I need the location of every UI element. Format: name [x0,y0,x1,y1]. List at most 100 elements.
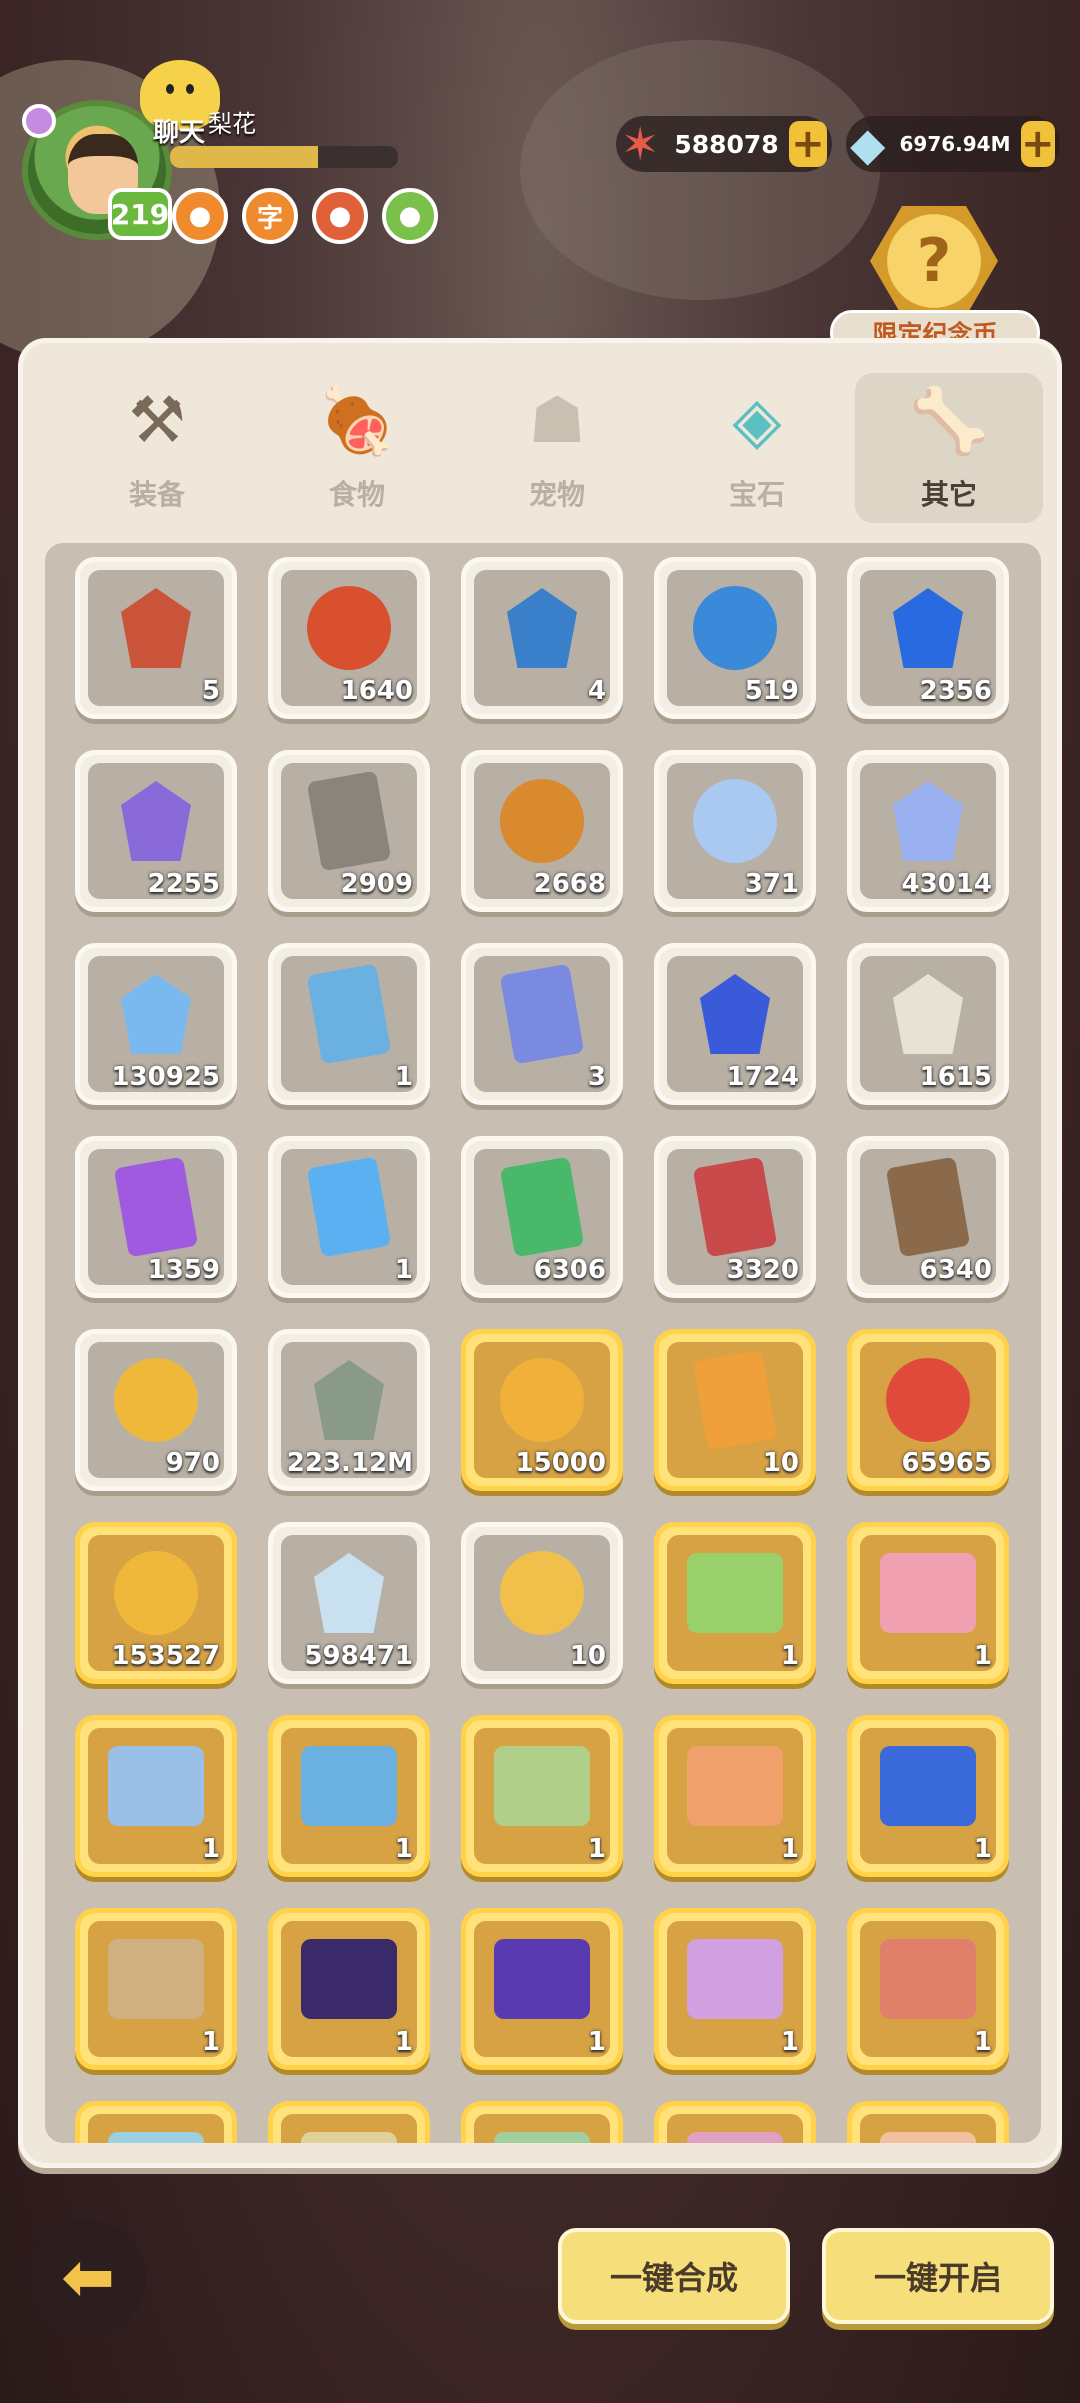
blue-dino-egg-icon [687,580,783,676]
item-slot[interactable]: 2356 [847,557,1009,719]
photo-card-icon [687,1738,783,1834]
anniversary-rainbow-icon [301,1738,397,1834]
item-slot[interactable]: 1 [75,1908,237,2070]
food-plate-icon [494,773,590,869]
item-slot[interactable]: 1 [75,1715,237,1877]
space-card-icon [301,1931,397,2027]
item-count: 1 [780,1834,799,1864]
tab-food[interactable]: 🍖 食物 [263,373,451,523]
chat-label[interactable]: 聊天 [153,112,205,149]
item-slot[interactable]: 1 [461,1715,623,1877]
back-arrow-button[interactable]: ⬅ [30,2220,146,2336]
item-slot[interactable]: 3 [461,943,623,1105]
add-starfish-button[interactable]: + [788,121,827,167]
tab-gems[interactable]: ◈ 宝石 [663,373,851,523]
item-slot[interactable] [461,2101,623,2143]
item-art-shape [500,779,584,863]
item-slot[interactable]: 1 [654,1908,816,2070]
stone-tablet-icon [301,770,397,872]
item-slot[interactable]: 1615 [847,943,1009,1105]
item-slot[interactable]: 65965 [847,1329,1009,1491]
item-art-shape [121,588,191,668]
item-slot[interactable] [654,2101,816,2143]
purple-crystal-icon [108,773,204,869]
item-slot[interactable]: 1 [654,1522,816,1684]
anniversary-6-icon [687,1545,783,1641]
item-count: 1 [973,2027,992,2057]
rainbow-crystal-icon [301,1545,397,1641]
item-grid-container[interactable]: 5 1640 4 519 2356 2255 2909 2668 371 43014 130925 1… [45,543,1041,2143]
item-slot[interactable]: 43014 [847,750,1009,912]
item-slot[interactable]: 598471 [268,1522,430,1684]
tab-equipment[interactable]: ⚒ 装备 [63,373,251,523]
item-art-shape [880,1553,976,1633]
item-slot[interactable]: 1640 [268,557,430,719]
item-slot[interactable]: 1 [268,1908,430,2070]
item-slot[interactable]: 1 [847,1522,1009,1684]
limited-coin-icon: ? [870,206,998,316]
badge-icon[interactable]: 字 [242,188,298,244]
item-slot[interactable]: 371 [654,750,816,912]
item-slot[interactable]: 2255 [75,750,237,912]
badge-icon[interactable]: ● [382,188,438,244]
scene-card-icon [301,2124,397,2143]
item-slot[interactable]: 6306 [461,1136,623,1298]
item-slot[interactable]: 10 [654,1329,816,1491]
item-art-shape [880,1939,976,2019]
hammer-icon: ⚒ [128,384,186,458]
badge-icon[interactable]: ● [312,188,368,244]
green-ticket-icon [494,1156,590,1258]
item-count: 1 [973,1834,992,1864]
item-slot[interactable]: 519 [654,557,816,719]
badge-icon[interactable]: ● [172,188,228,244]
item-slot[interactable]: 1 [268,1136,430,1298]
food-coin-icon [494,1352,590,1448]
item-art-shape [113,1156,199,1258]
dino-egg-shard-icon [108,580,204,676]
item-count: 15000 [515,1448,606,1478]
item-slot[interactable]: 130925 [75,943,237,1105]
item-slot[interactable] [847,2101,1009,2143]
item-art-shape [692,1349,778,1451]
item-slot[interactable]: 153527 [75,1522,237,1684]
combine-all-button[interactable]: 一键合成 [558,2228,790,2324]
item-slot[interactable]: 2909 [268,750,430,912]
item-art-shape [893,588,963,668]
item-slot[interactable]: 1 [268,943,430,1105]
item-art-shape [893,781,963,861]
item-slot[interactable]: 3320 [654,1136,816,1298]
item-slot[interactable]: 1359 [75,1136,237,1298]
item-count: 1640 [340,676,413,706]
item-art-shape [306,963,392,1065]
item-slot[interactable]: 1724 [654,943,816,1105]
item-count: 1359 [147,1255,220,1285]
tab-pets[interactable]: ☗ 宠物 [463,373,651,523]
open-all-button[interactable]: 一键开启 [822,2228,1054,2324]
bone-icon: 🦴 [909,384,989,459]
limited-coin-button[interactable]: ? 限定纪念币 [830,206,1040,356]
item-slot[interactable]: 1 [268,1715,430,1877]
item-slot[interactable]: 223.12M [268,1329,430,1491]
xp-bar-fill [170,146,319,168]
item-slot[interactable]: 1 [654,1715,816,1877]
item-slot[interactable]: 1 [461,1908,623,2070]
item-slot[interactable]: 5 [75,557,237,719]
item-art-shape [114,1358,198,1442]
item-slot[interactable]: 1 [847,1908,1009,2070]
item-count: 4 [587,676,606,706]
item-slot[interactable]: 6340 [847,1136,1009,1298]
item-slot[interactable]: 15000 [461,1329,623,1491]
item-slot[interactable]: 4 [461,557,623,719]
top-bar: 聊天 梨花 219 ● 字 ● ● ✶ 588078 + ◆ 6976.94M … [0,0,1080,356]
tab-other[interactable]: 🦴 其它 [855,373,1043,523]
item-slot[interactable]: 2668 [461,750,623,912]
scene-card-icon [880,2124,976,2143]
item-count: 371 [744,869,799,899]
item-slot[interactable] [75,2101,237,2143]
item-slot[interactable]: 970 [75,1329,237,1491]
item-slot[interactable] [268,2101,430,2143]
item-slot[interactable]: 1 [847,1715,1009,1877]
item-art-shape [494,1746,590,1826]
add-crystal-button[interactable]: + [1020,121,1055,167]
item-slot[interactable]: 10 [461,1522,623,1684]
